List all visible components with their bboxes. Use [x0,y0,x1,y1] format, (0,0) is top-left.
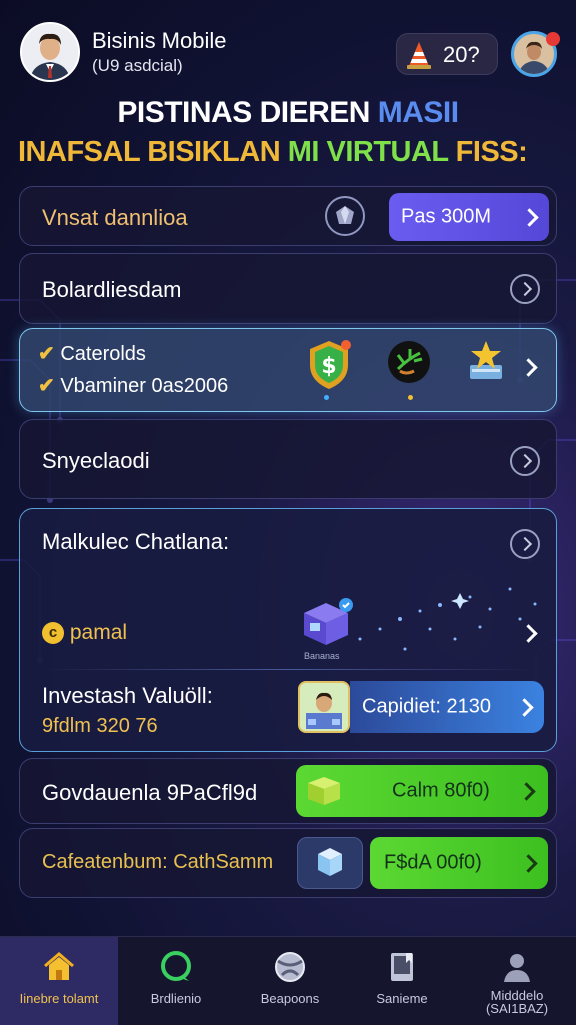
nav-item-profile[interactable]: Midddelo (SAI1BAZ) [458,937,576,1025]
row3-check2: ✔ Vbaminer 0as2006 [38,375,229,397]
person-icon [504,954,530,982]
divider [42,669,536,670]
card-row5[interactable]: Malkulec Chatlana: c pamal Bananas Inves… [19,508,557,752]
investor-thumbnail[interactable] [298,681,350,733]
check-icon: ✔ [38,375,55,397]
indicator-dot [324,395,329,400]
card-row6[interactable]: Govdauenla 9PaCfl9d Calm 80f0) [19,758,557,824]
check-icon: ✔ [38,343,55,365]
app-name: Bisinis Mobile [92,28,227,53]
ice-cube-icon[interactable] [297,837,363,889]
coin-label: c pamal [42,621,127,645]
nav-item-book[interactable]: Sanieme [344,937,460,1025]
row4-label: Snyeclaodi [42,448,150,473]
chevron-right-icon [515,698,534,717]
card-row4[interactable]: Snyeclaodi [19,419,557,499]
chat-icon [161,951,191,981]
row7-label: Cafeatenbum: CathSamm [42,851,274,873]
globe-icon [275,952,305,982]
row6-label: Govdauenla 9PaCfl9d [42,780,258,805]
row2-label: Bolardliesdam [42,277,182,302]
headline-line2: INAFSAL BISIKLAN MI VIRTUAL FISS: [18,136,528,168]
nav-item-globe[interactable]: Beapoons [232,937,348,1025]
headline-line1: PISTINAS DIEREN MASII [117,96,459,129]
card-row3[interactable]: ✔ Caterolds ✔ Vbaminer 0as2006 $ [19,328,557,412]
header: Bisinis Mobile (U9 asdcial) 20? [0,0,576,100]
coin-icon: c [42,622,64,644]
row6-button[interactable]: Calm 80f0) [296,765,548,817]
traffic-cone-icon [407,42,431,69]
chevron-right-icon [517,782,536,801]
row1-label: Vnsat dannlioa [42,205,188,230]
invest-value: 9fdlm 320 76 [42,715,158,737]
svg-text:$: $ [321,354,336,379]
invest-label: Investash Valuöll: [42,683,213,708]
nav-item-home[interactable]: Iinebre tolamt [0,937,118,1025]
indicator-dot [408,395,413,400]
chevron-right-icon[interactable] [519,358,538,377]
book-icon [391,953,413,981]
app-subtitle: (U9 asdcial) [92,56,183,75]
chevron-right-icon [520,208,539,227]
nav-item-chat[interactable]: Brdlienio [118,937,234,1025]
home-icon [44,952,74,980]
card-row7[interactable]: Cafeatenbum: CathSamm F$dA 00f0) [19,828,557,898]
coin-count: 20? [443,42,480,67]
box-caption: Bananas [304,651,340,661]
chevron-circle-icon[interactable] [510,274,540,304]
box-cube-icon [304,598,353,645]
chevron-right-icon [519,854,538,873]
money-shield-icon: $ [310,340,351,389]
row5-label: Malkulec Chatlana: [42,529,230,554]
coin-counter[interactable]: 20? [396,33,498,75]
row7-button[interactable]: F$dA 00f0) [370,837,548,889]
plant-icon [388,341,430,383]
notification-badge [546,32,560,46]
row1-button[interactable]: Pas 300M [389,193,549,241]
green-cube-icon [308,777,340,805]
invest-button[interactable]: Capidiet: 2130 [350,681,544,733]
card-row2[interactable]: Bolardliesdam [19,253,557,324]
row3-check1: ✔ Caterolds [38,343,146,365]
star-trophy-icon [470,341,502,379]
bottom-nav: Iinebre tolamt Brdlienio Beapoons Saniem… [0,936,576,1025]
user-avatar[interactable] [20,22,80,82]
chevron-circle-icon[interactable] [510,446,540,476]
gem-icon[interactable] [325,196,365,236]
card-row1[interactable]: Vnsat dannlioa Pas 300M [19,186,557,246]
